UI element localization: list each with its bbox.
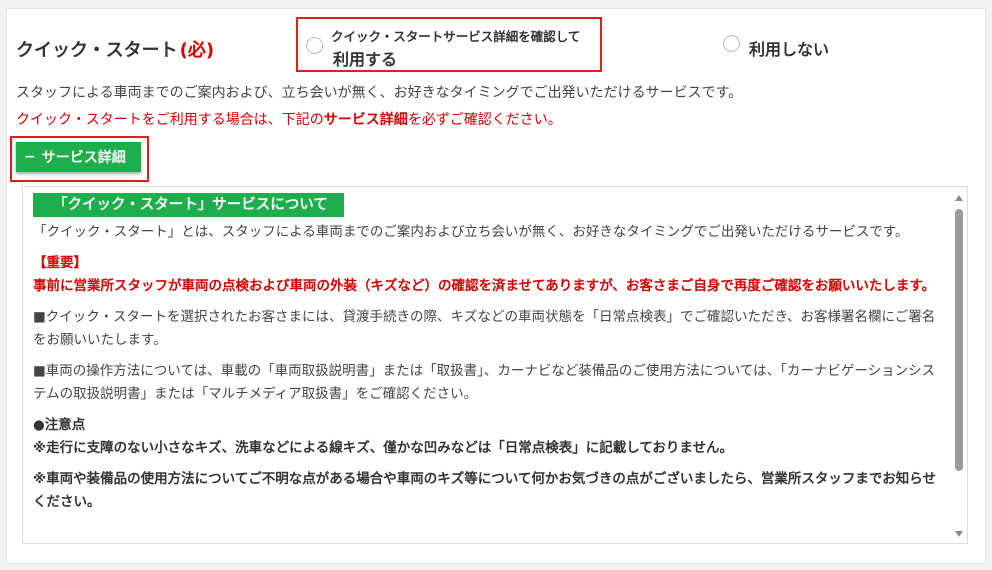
detail-para-1: ■クイック・スタートを選択されたお客さまには、貸渡手続きの際、キズなどの車両状態…: [33, 309, 936, 348]
caution-2: ※車両や装備品の使用方法についてご不明な点がある場合や車両のキズ等について何かお…: [33, 471, 937, 510]
service-detail-toggle-button[interactable]: − サービス詳細: [16, 142, 141, 172]
notice-post: を必ずご確認ください。: [407, 112, 562, 128]
detail-heading: 「クイック・スタート」サービスについて: [33, 193, 344, 217]
option-not-use-label[interactable]: 利用しない: [749, 36, 829, 60]
service-detail-scrollbox[interactable]: 「クイック・スタート」サービスについて 「クイック・スタート」とは、スタッフによ…: [22, 186, 968, 544]
notice-pre: クイック・スタートをご利用する場合は、下記の: [16, 112, 324, 128]
scrollbar[interactable]: [953, 191, 965, 539]
notice-bold: サービス詳細: [323, 112, 408, 128]
option-use-sublabel[interactable]: クイック・スタートサービス詳細を確認して: [331, 26, 580, 45]
detail-para-2: ■車両の操作方法については、車載の「車両取扱説明書」または「取扱書」、カーナビな…: [33, 363, 936, 402]
important-label: 【重要】: [33, 255, 87, 271]
service-description: スタッフによる車両までのご案内および、立ち会いが無く、お好きなタイミングでご出発…: [16, 85, 743, 101]
caution-title: ●注意点: [33, 417, 86, 433]
option-use-label[interactable]: 利用する: [333, 46, 397, 70]
detail-intro: 「クイック・スタート」とは、スタッフによる車両までのご案内および立ち会いが無く、…: [33, 224, 909, 240]
required-mark: (必): [179, 40, 215, 61]
scroll-down-arrow-icon[interactable]: [955, 531, 963, 537]
service-detail-button-label: サービス詳細: [41, 150, 126, 166]
field-title-text: クイック・スタート: [16, 40, 178, 61]
collapse-icon: −: [24, 149, 36, 165]
scrollbar-thumb[interactable]: [955, 209, 963, 471]
service-notice: クイック・スタートをご利用する場合は、下記のサービス詳細を必ずご確認ください。: [16, 109, 562, 129]
detail-caution: ●注意点 ※走行に支障のない小さなキズ、洗車などによる線キズ、僅かな凹みなどは「…: [33, 414, 945, 460]
field-title: クイック・スタート (必): [16, 36, 214, 62]
detail-important: 【重要】 事前に営業所スタッフが車両の点検および車両の外装（キズなど）の確認を済…: [33, 252, 945, 298]
caution-1: ※走行に支障のない小さなキズ、洗車などによる線キズ、僅かな凹みなどは「日常点検表…: [33, 440, 734, 456]
radio-not-use[interactable]: [723, 35, 740, 52]
scroll-up-arrow-icon[interactable]: [955, 195, 963, 201]
radio-use[interactable]: [306, 37, 323, 54]
important-text: 事前に営業所スタッフが車両の点検および車両の外装（キズなど）の確認を済ませてあり…: [33, 278, 936, 294]
service-detail-content: 「クイック・スタート」サービスについて 「クイック・スタート」とは、スタッフによ…: [33, 193, 945, 522]
